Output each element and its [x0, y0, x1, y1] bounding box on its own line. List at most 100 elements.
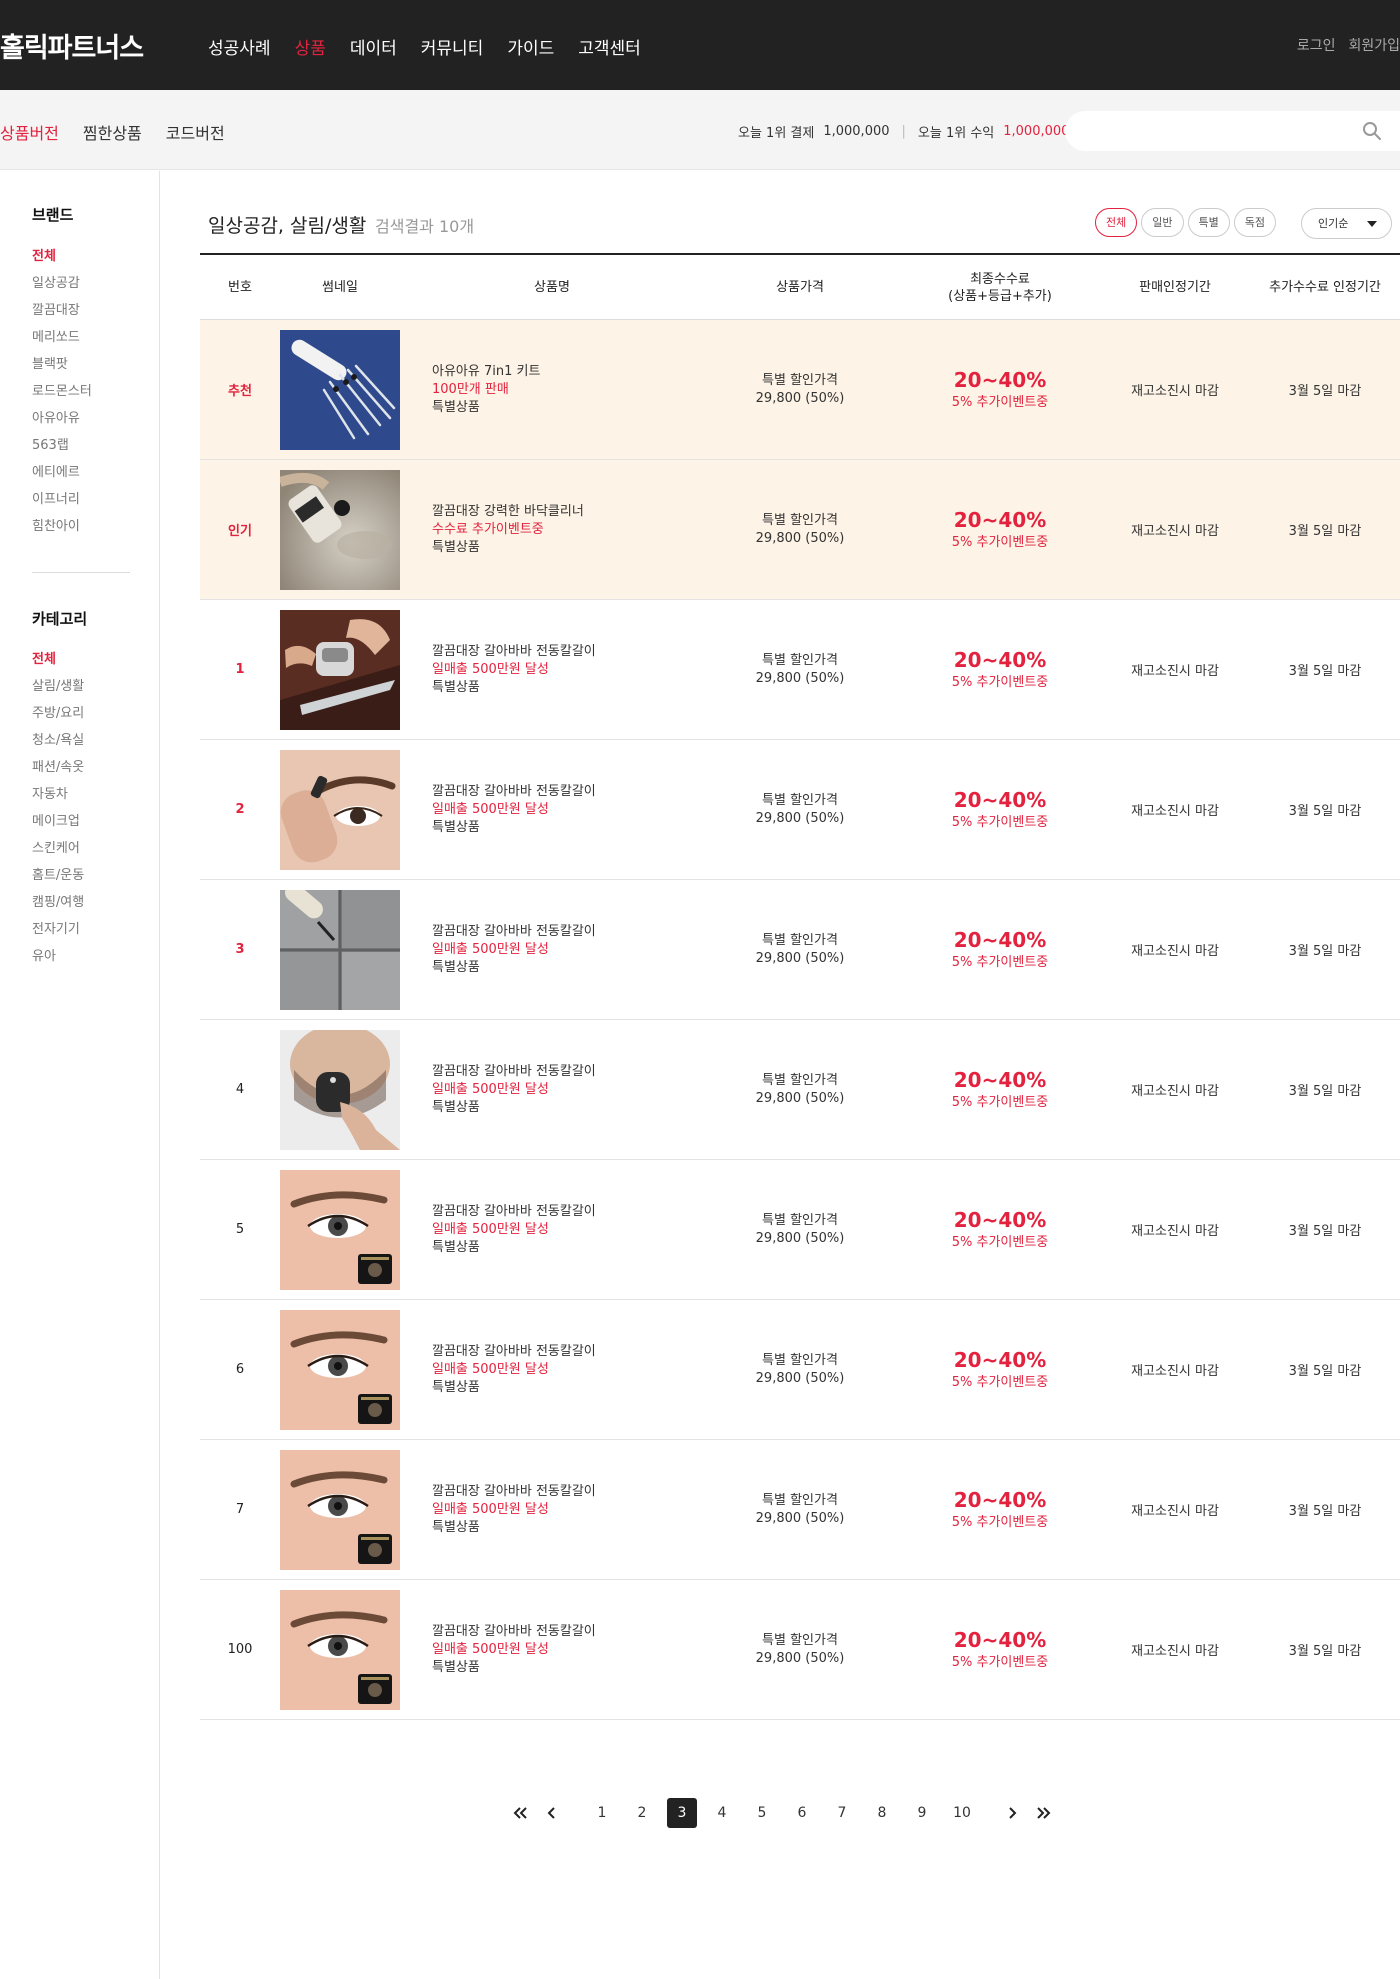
- brand-item[interactable]: 메리쏘드: [32, 328, 92, 355]
- brand-item[interactable]: 아유아유: [32, 409, 92, 436]
- product-name[interactable]: 깔끔대장 갈아바바 전동칼갈이: [432, 1623, 672, 1641]
- table-row[interactable]: 1 깔끔대장 갈아바바 전동칼갈이 일매출 500만원 달성 특별상품 특별 할인가격 2…: [200, 600, 1400, 740]
- page-number[interactable]: 9: [907, 1798, 937, 1828]
- table-row[interactable]: 4 깔끔대장 갈아바바 전동칼갈이 일매출 500만원 달성 특별상품 특별 할인가격 2…: [200, 1020, 1400, 1160]
- page-number[interactable]: 5: [747, 1798, 777, 1828]
- first-page-icon[interactable]: [505, 1798, 535, 1828]
- nav-item[interactable]: 성공사례: [208, 34, 271, 59]
- table-row[interactable]: 5 깔끔대장 갈아바바 전동칼갈이 일매출 500만원 달성 특별상품 특별 할인가격 2…: [200, 1160, 1400, 1300]
- prev-page-icon[interactable]: [537, 1798, 567, 1828]
- product-name[interactable]: 깔끔대장 갈아바바 전동칼갈이: [432, 1483, 672, 1501]
- category-item[interactable]: 유아: [32, 947, 84, 974]
- product-name-cell[interactable]: 아유아유 7in1 키트 100만개 판매 특별상품: [432, 320, 672, 459]
- nav-item[interactable]: 커뮤니티: [421, 34, 484, 59]
- last-page-icon[interactable]: [1029, 1798, 1059, 1828]
- product-name[interactable]: 깔끔대장 갈아바바 전동칼갈이: [432, 1203, 672, 1221]
- product-name-cell[interactable]: 깔끔대장 갈아바바 전동칼갈이 일매출 500만원 달성 특별상품: [432, 1020, 672, 1159]
- category-item[interactable]: 스킨케어: [32, 839, 84, 866]
- page-number[interactable]: 7: [827, 1798, 857, 1828]
- page-number[interactable]: 3: [667, 1798, 697, 1828]
- signup-link[interactable]: 회원가입: [1348, 35, 1400, 55]
- brand-item[interactable]: 힘찬아이: [32, 517, 92, 544]
- price-value: 29,800 (50%): [755, 1230, 845, 1246]
- site-logo[interactable]: 홀릭파트너스: [0, 26, 144, 65]
- product-name[interactable]: 깔끔대장 갈아바바 전동칼갈이: [432, 643, 672, 661]
- product-name-cell[interactable]: 깔끔대장 갈아바바 전동칼갈이 일매출 500만원 달성 특별상품: [432, 600, 672, 739]
- search-input[interactable]: [1085, 119, 1355, 143]
- category-item[interactable]: 주방/요리: [32, 704, 84, 731]
- product-thumbnail[interactable]: [280, 890, 400, 1010]
- category-item[interactable]: 살림/생활: [32, 677, 84, 704]
- nav-item[interactable]: 고객센터: [578, 34, 641, 59]
- category-item[interactable]: 캠핑/여행: [32, 893, 84, 920]
- page-number[interactable]: 10: [947, 1798, 977, 1828]
- table-row[interactable]: 7 깔끔대장 갈아바바 전동칼갈이 일매출 500만원 달성 특별상품 특별 할인가격 2…: [200, 1440, 1400, 1580]
- product-name-cell[interactable]: 깔끔대장 갈아바바 전동칼갈이 일매출 500만원 달성 특별상품: [432, 1440, 672, 1579]
- filter-chip[interactable]: 독점: [1233, 208, 1276, 237]
- page-number[interactable]: 4: [707, 1798, 737, 1828]
- product-thumbnail[interactable]: [280, 750, 400, 870]
- nav-item[interactable]: 가이드: [507, 34, 554, 59]
- filter-chip[interactable]: 일반: [1141, 208, 1184, 237]
- product-thumbnail[interactable]: [280, 1590, 400, 1710]
- product-name-cell[interactable]: 깔끔대장 갈아바바 전동칼갈이 일매출 500만원 달성 특별상품: [432, 1580, 672, 1719]
- table-row[interactable]: 인기 깔끔대장 강력한 바닥클리너 수수료 추가이벤트중 특별상품 특별 할인가격 29,…: [200, 460, 1400, 600]
- brand-item[interactable]: 깔끔대장: [32, 301, 92, 328]
- brand-item[interactable]: 563랩: [32, 436, 92, 463]
- price-cell: 특별 할인가격 29,800 (50%): [700, 460, 900, 599]
- price-value: 29,800 (50%): [755, 390, 845, 406]
- nav-item[interactable]: 상품: [295, 34, 326, 59]
- product-name-cell[interactable]: 깔끔대장 갈아바바 전동칼갈이 일매출 500만원 달성 특별상품: [432, 740, 672, 879]
- category-item[interactable]: 메이크업: [32, 812, 84, 839]
- category-item[interactable]: 전자기기: [32, 920, 84, 947]
- nav-item[interactable]: 데이터: [350, 34, 397, 59]
- product-name[interactable]: 깔끔대장 갈아바바 전동칼갈이: [432, 1343, 672, 1361]
- subtab-item[interactable]: 상품버전: [0, 120, 59, 144]
- product-name[interactable]: 깔끔대장 갈아바바 전동칼갈이: [432, 783, 672, 801]
- product-thumbnail[interactable]: [280, 1450, 400, 1570]
- product-name-cell[interactable]: 깔끔대장 갈아바바 전동칼갈이 일매출 500만원 달성 특별상품: [432, 880, 672, 1019]
- search-icon[interactable]: [1362, 121, 1382, 141]
- brand-item[interactable]: 이프너리: [32, 490, 92, 517]
- product-name-cell[interactable]: 깔끔대장 갈아바바 전동칼갈이 일매출 500만원 달성 특별상품: [432, 1300, 672, 1439]
- product-name[interactable]: 깔끔대장 갈아바바 전동칼갈이: [432, 1063, 672, 1081]
- table-row[interactable]: 추천 아유아유 7in1 키트 100만개 판매 특별상품 특별 할인가격 29,800 …: [200, 320, 1400, 460]
- commission-cell: 20~40% 5% 추가이벤트중: [900, 1440, 1100, 1579]
- product-thumbnail[interactable]: [280, 1310, 400, 1430]
- product-thumbnail[interactable]: [280, 610, 400, 730]
- brand-item[interactable]: 로드몬스터: [32, 382, 92, 409]
- sort-select[interactable]: 인기순: [1301, 208, 1392, 239]
- category-item[interactable]: 홈트/운동: [32, 866, 84, 893]
- subtab-item[interactable]: 코드버전: [166, 120, 225, 144]
- table-row[interactable]: 100 깔끔대장 갈아바바 전동칼갈이 일매출 500만원 달성 특별상품 특별 할인가…: [200, 1580, 1400, 1720]
- product-thumbnail[interactable]: [280, 1030, 400, 1150]
- next-page-icon[interactable]: [997, 1798, 1027, 1828]
- brand-item[interactable]: 전체: [32, 247, 92, 274]
- product-thumbnail[interactable]: [280, 1170, 400, 1290]
- login-link[interactable]: 로그인: [1297, 35, 1336, 55]
- filter-chip[interactable]: 전체: [1095, 208, 1138, 237]
- page-number[interactable]: 2: [627, 1798, 657, 1828]
- product-name-cell[interactable]: 깔끔대장 갈아바바 전동칼갈이 일매출 500만원 달성 특별상품: [432, 1160, 672, 1299]
- page-number[interactable]: 1: [587, 1798, 617, 1828]
- table-row[interactable]: 2 깔끔대장 갈아바바 전동칼갈이 일매출 500만원 달성 특별상품 특별 할인가격 2…: [200, 740, 1400, 880]
- product-name[interactable]: 아유아유 7in1 키트: [432, 363, 672, 381]
- category-item[interactable]: 청소/욕실: [32, 731, 84, 758]
- category-item[interactable]: 자동차: [32, 785, 84, 812]
- product-name[interactable]: 깔끔대장 강력한 바닥클리너: [432, 503, 672, 521]
- brand-item[interactable]: 에티에르: [32, 463, 92, 490]
- product-thumbnail[interactable]: [280, 470, 400, 590]
- category-item[interactable]: 전체: [32, 650, 84, 677]
- table-row[interactable]: 6 깔끔대장 갈아바바 전동칼갈이 일매출 500만원 달성 특별상품 특별 할인가격 2…: [200, 1300, 1400, 1440]
- category-item[interactable]: 패션/속옷: [32, 758, 84, 785]
- product-name[interactable]: 깔끔대장 갈아바바 전동칼갈이: [432, 923, 672, 941]
- brand-item[interactable]: 일상공감: [32, 274, 92, 301]
- page-number[interactable]: 6: [787, 1798, 817, 1828]
- page-number[interactable]: 8: [867, 1798, 897, 1828]
- filter-chip[interactable]: 특별: [1187, 208, 1230, 237]
- product-thumbnail[interactable]: [280, 330, 400, 450]
- table-row[interactable]: 3 깔끔대장 갈아바바 전동칼갈이 일매출 500만원 달성 특별상품 특별 할인가격 2…: [200, 880, 1400, 1020]
- subtab-item[interactable]: 찜한상품: [83, 120, 142, 144]
- product-name-cell[interactable]: 깔끔대장 강력한 바닥클리너 수수료 추가이벤트중 특별상품: [432, 460, 672, 599]
- brand-item[interactable]: 블랙팟: [32, 355, 92, 382]
